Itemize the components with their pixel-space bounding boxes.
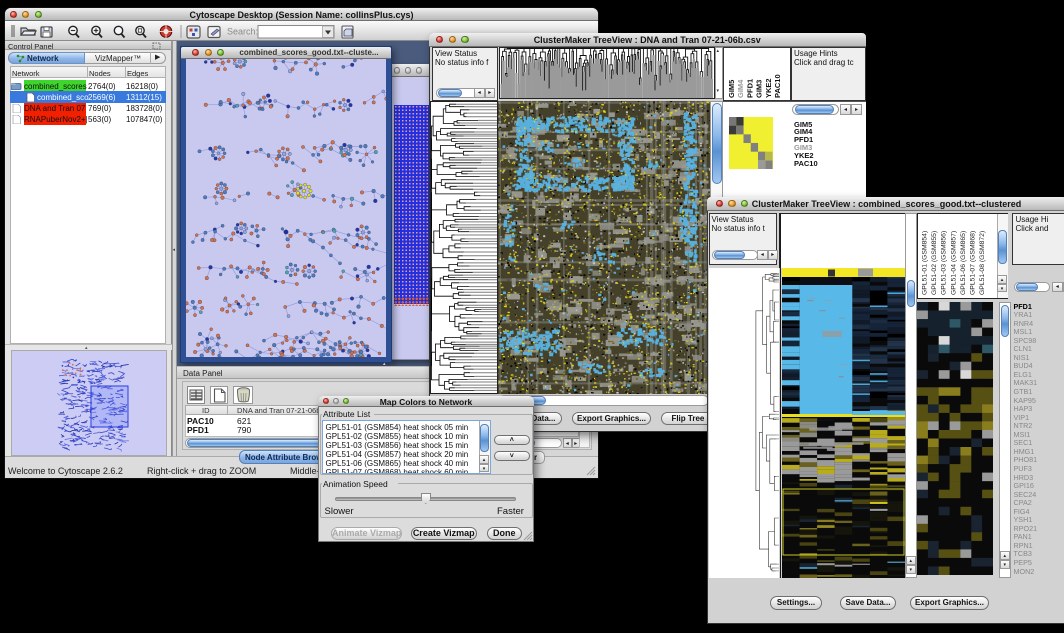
- svg-text:GIM5: GIM5: [727, 79, 736, 97]
- svg-text:PAC10: PAC10: [773, 74, 782, 98]
- svg-text:GPL51-03 (GSM856): GPL51-03 (GSM856): [941, 231, 948, 295]
- svg-text:GIM4: GIM4: [736, 78, 745, 97]
- svg-text:Search:: Search:: [227, 27, 258, 37]
- svg-text:GPL51-08 (GSM872): GPL51-08 (GSM872): [979, 231, 986, 295]
- svg-text:GPL51-07 (GSM868): GPL51-07 (GSM868): [970, 231, 977, 295]
- svg-text:GPL51-06 (GSM865): GPL51-06 (GSM865): [960, 231, 967, 295]
- svg-text:YKE2: YKE2: [764, 78, 773, 98]
- svg-text:GPL51-02 (GSM855): GPL51-02 (GSM855): [931, 231, 938, 295]
- svg-text:GPL51-04 (GSM857): GPL51-04 (GSM857): [950, 231, 957, 295]
- svg-text:GIM3: GIM3: [755, 79, 764, 97]
- svg-text:PFD1: PFD1: [745, 78, 754, 97]
- svg-text:GPL51-01 (GSM854): GPL51-01 (GSM854): [922, 231, 929, 295]
